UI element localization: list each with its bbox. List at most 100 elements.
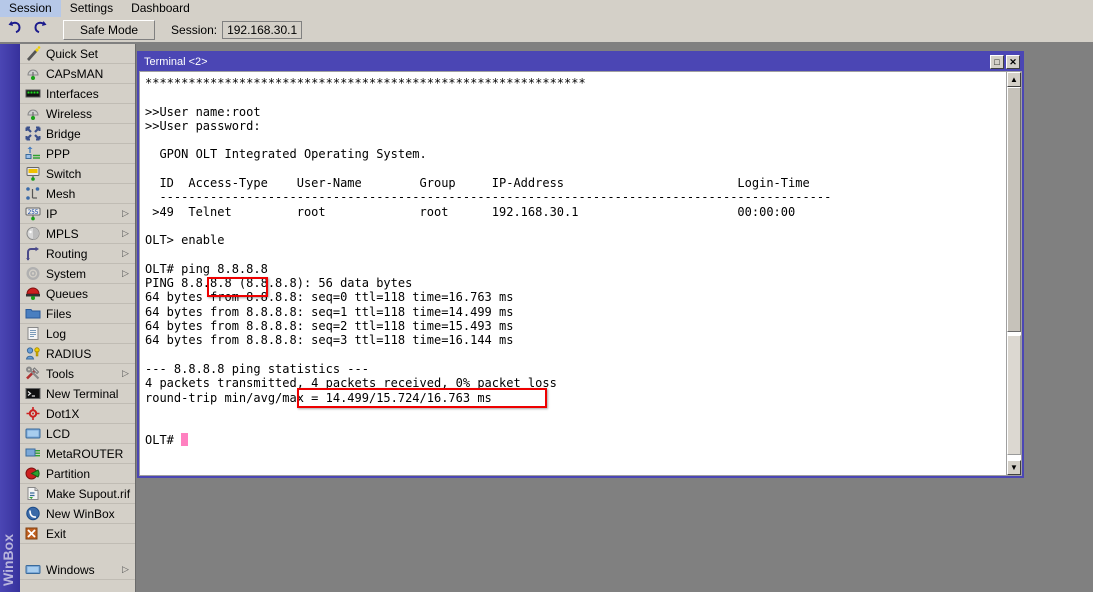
terminal-line: [145, 348, 1006, 362]
terminal-title-bar[interactable]: Terminal <2> □ ✕: [139, 53, 1022, 71]
sidebar-menu: Quick SetCAPsMAN Interfaces Wireless Bridge…: [20, 44, 136, 592]
sidebar-item-label: LCD: [46, 427, 122, 441]
mesh-icon: [24, 186, 41, 202]
svg-text:255: 255: [27, 209, 38, 216]
sidebar-item-label: Log: [46, 327, 122, 341]
log-icon: [24, 326, 41, 342]
terminal-line: [145, 419, 1006, 433]
terminal-line: GPON OLT Integrated Operating System.: [145, 147, 1006, 161]
scroll-thumb-lower[interactable]: [1007, 335, 1021, 455]
sidebar-item-label: RADIUS: [46, 347, 122, 361]
sidebar-item-exit[interactable]: Exit: [20, 524, 135, 544]
sidebar-item-label: New WinBox: [46, 507, 122, 521]
close-button[interactable]: ✕: [1006, 55, 1020, 69]
sidebar-item-label: Partition: [46, 467, 122, 481]
terminal-line: >>User name:root: [145, 105, 1006, 119]
sidebar-item-label: Windows: [46, 563, 122, 577]
maximize-button[interactable]: □: [990, 55, 1004, 69]
menu-bar: Session Settings Dashboard: [0, 0, 1093, 17]
terminal-icon: [24, 386, 41, 402]
sidebar-item-label: Queues: [46, 287, 122, 301]
sidebar-item-switch[interactable]: Switch: [20, 164, 135, 184]
chevron-right-icon: ▷: [122, 565, 132, 574]
sidebar-item-ppp[interactable]: PPP: [20, 144, 135, 164]
antenna-icon: [24, 106, 41, 122]
sidebar-item-mpls[interactable]: MPLS▷: [20, 224, 135, 244]
sidebar-item-interfaces[interactable]: Interfaces: [20, 84, 135, 104]
scroll-up-button[interactable]: ▲: [1007, 72, 1021, 87]
sidebar-item-new-terminal[interactable]: New Terminal: [20, 384, 135, 404]
menu-item-dashboard[interactable]: Dashboard: [122, 0, 199, 17]
scroll-thumb[interactable]: [1007, 87, 1021, 332]
scroll-track[interactable]: [1007, 87, 1021, 460]
sidebar-item-log[interactable]: Log: [20, 324, 135, 344]
redo-arrow-icon: [33, 20, 48, 39]
session-address-field[interactable]: 192.168.30.1: [222, 21, 302, 39]
sidebar-item-label: Dot1X: [46, 407, 122, 421]
folder-icon: [24, 306, 41, 322]
toolbar: Safe Mode Session: 192.168.30.1: [0, 17, 1093, 43]
sidebar-item-label: Exit: [46, 527, 122, 541]
terminal-line: [145, 248, 1006, 262]
ip-255-icon: 255: [24, 206, 41, 222]
dot1x-icon: [24, 406, 41, 422]
sidebar-item-metarouter[interactable]: MetaROUTER: [20, 444, 135, 464]
ppp-icon: [24, 146, 41, 162]
windows-icon: [24, 562, 41, 578]
routing-icon: [24, 246, 41, 262]
terminal-line: [145, 405, 1006, 419]
sidebar-item-queues[interactable]: Queues: [20, 284, 135, 304]
sidebar-item-label: Interfaces: [46, 87, 122, 101]
terminal-line: [145, 162, 1006, 176]
queues-icon: [24, 286, 41, 302]
sidebar-item-label: Mesh: [46, 187, 122, 201]
interfaces-icon: [24, 86, 41, 102]
chevron-right-icon: ▷: [122, 209, 132, 218]
safe-mode-button[interactable]: Safe Mode: [63, 20, 155, 40]
sidebar-item-windows[interactable]: Windows▷: [20, 560, 135, 580]
sidebar-item-label: Make Supout.rif: [46, 487, 130, 501]
sidebar-item-new-winbox[interactable]: New WinBox: [20, 504, 135, 524]
sidebar-item-partition[interactable]: Partition: [20, 464, 135, 484]
tools-icon: [24, 366, 41, 382]
sidebar-item-label: IP: [46, 207, 122, 221]
sidebar-item-ip[interactable]: 255 IP▷: [20, 204, 135, 224]
menu-item-settings[interactable]: Settings: [61, 0, 122, 17]
sidebar-item-capsman[interactable]: CAPsMAN: [20, 64, 135, 84]
sidebar-item-radius[interactable]: RADIUS: [20, 344, 135, 364]
terminal-line: [145, 90, 1006, 104]
undo-arrow-icon: [7, 20, 22, 39]
sidebar-item-quick-set[interactable]: Quick Set: [20, 44, 135, 64]
redo-button[interactable]: [29, 19, 52, 40]
sidebar-item-label: Tools: [46, 367, 122, 381]
sidebar-item-make-supout-rif[interactable]: Make Supout.rif: [20, 484, 135, 504]
terminal-line: 64 bytes from 8.8.8.8: seq=2 ttl=118 tim…: [145, 319, 1006, 333]
terminal-output[interactable]: ****************************************…: [139, 71, 1006, 476]
sidebar-item-tools[interactable]: Tools▷: [20, 364, 135, 384]
antenna-icon: [24, 66, 41, 82]
sidebar-item-label: PPP: [46, 147, 122, 161]
sidebar-item-label: New Terminal: [46, 387, 122, 401]
terminal-line: 64 bytes from 8.8.8.8: seq=3 ttl=118 tim…: [145, 333, 1006, 347]
terminal-scrollbar[interactable]: ▲ ▼: [1006, 71, 1022, 476]
sidebar-item-label: Files: [46, 307, 122, 321]
sidebar-item-files[interactable]: Files: [20, 304, 135, 324]
sidebar-item-mesh[interactable]: Mesh: [20, 184, 135, 204]
sidebar-item-routing[interactable]: Routing▷: [20, 244, 135, 264]
sidebar-item-dot1x[interactable]: Dot1X: [20, 404, 135, 424]
sidebar-item-system[interactable]: System▷: [20, 264, 135, 284]
sidebar-item-wireless[interactable]: Wireless: [20, 104, 135, 124]
terminal-body: ****************************************…: [139, 71, 1022, 476]
terminal-title-text: Terminal <2>: [144, 56, 990, 68]
sidebar-item-label: Bridge: [46, 127, 122, 141]
sidebar-item-label: Switch: [46, 167, 122, 181]
sidebar-item-lcd[interactable]: LCD: [20, 424, 135, 444]
chevron-right-icon: ▷: [122, 369, 132, 378]
scroll-down-button[interactable]: ▼: [1007, 460, 1021, 475]
terminal-line: 64 bytes from 8.8.8.8: seq=0 ttl=118 tim…: [145, 290, 1006, 304]
menu-item-session[interactable]: Session: [0, 0, 61, 17]
sidebar-item-bridge[interactable]: Bridge: [20, 124, 135, 144]
terminal-line: 4 packets transmitted, 4 packets receive…: [145, 376, 1006, 390]
undo-button[interactable]: [3, 19, 26, 40]
sidebar-item-label: MetaROUTER: [46, 447, 123, 461]
